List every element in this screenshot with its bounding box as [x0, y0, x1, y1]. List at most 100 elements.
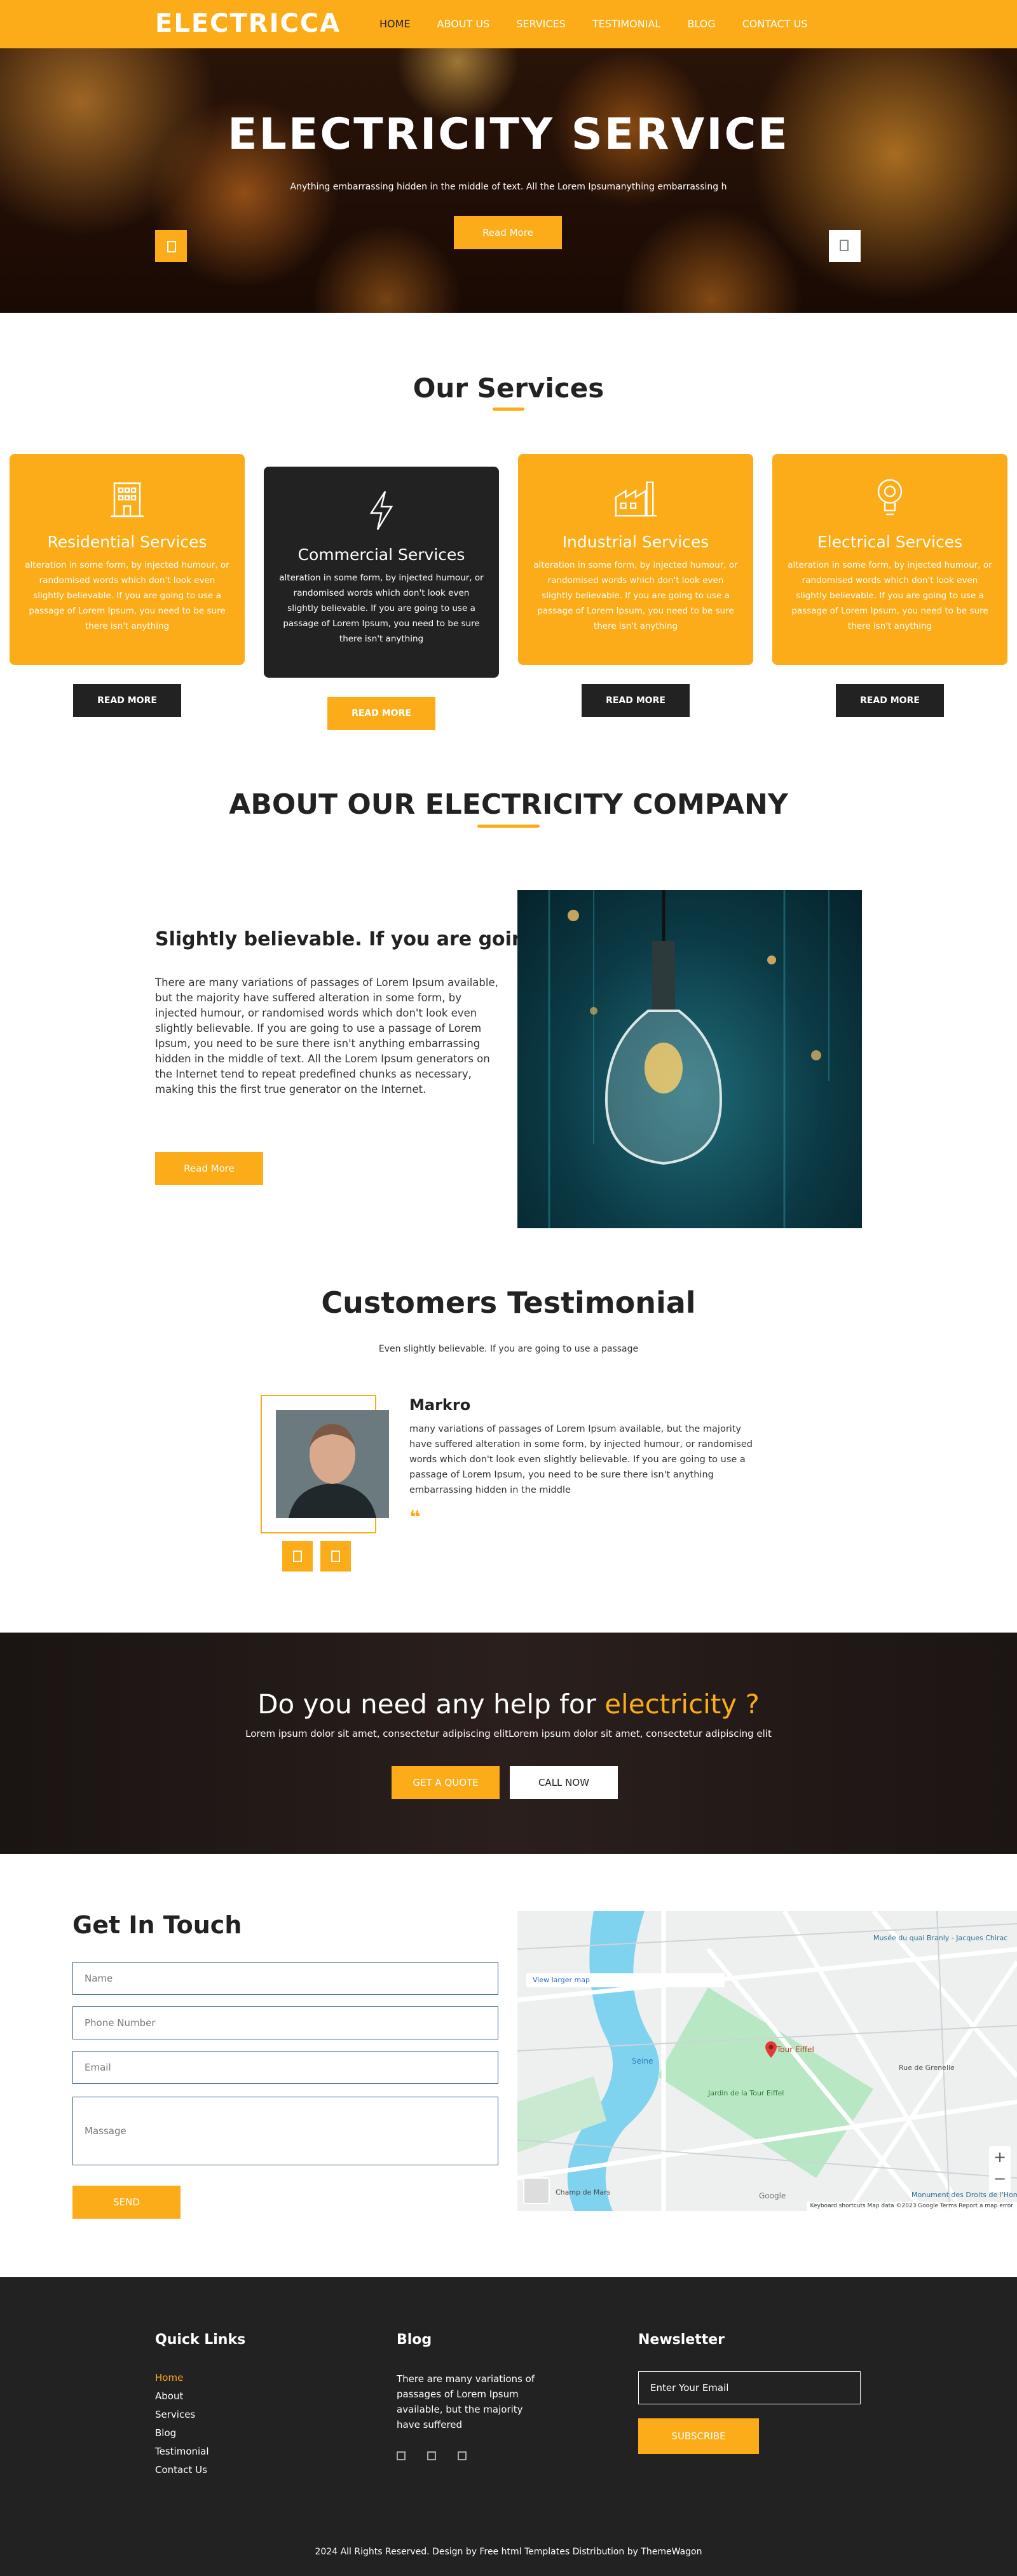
- footer-link-about[interactable]: About: [155, 2387, 209, 2406]
- testimonial-title: Customers Testimonial: [321, 1285, 696, 1320]
- facebook-icon[interactable]: [397, 2451, 406, 2460]
- copyright-text: 2024 All Rights Reserved. Design by Free…: [315, 2547, 702, 2557]
- hero-subtitle: Anything embarrassing hidden in the midd…: [290, 182, 727, 192]
- get-quote-button[interactable]: GET A QUOTE: [392, 1766, 500, 1799]
- nav-about[interactable]: ABOUT US: [437, 18, 490, 30]
- brand-logo[interactable]: ELECTRICCA: [155, 9, 341, 38]
- hero-title: ELECTRICITY SERVICE: [228, 109, 789, 160]
- nav-testimonial[interactable]: TESTIMONIAL: [592, 18, 660, 30]
- cta-subtitle: Lorem ipsum dolor sit amet, consectetur …: [245, 1728, 772, 1739]
- nav-blog[interactable]: BLOG: [687, 18, 715, 30]
- industrial-read-more-button[interactable]: READ MORE: [582, 684, 690, 717]
- map-label-street: Rue de Grenelle: [899, 2064, 955, 2072]
- service-description: alteration in some form, by injected hum…: [25, 560, 229, 631]
- building-icon: [105, 476, 149, 520]
- footer-link-home[interactable]: Home: [155, 2369, 209, 2387]
- service-card-residential[interactable]: Residential Services alteration in some …: [10, 454, 245, 665]
- map-footer: Keyboard shortcuts Map data ©2023 Google…: [806, 2202, 1017, 2211]
- cta-title-text: Do you need any help for: [257, 1689, 596, 1720]
- service-description: alteration in some form, by injected hum…: [533, 560, 738, 631]
- map-label-seine: Seine: [632, 2057, 653, 2066]
- service-description: alteration in some form, by injected hum…: [279, 573, 484, 644]
- map-label-champ: Champ de Mars: [556, 2188, 611, 2196]
- help-cta-section: Do you need any help for electricity ? L…: [0, 1633, 1017, 1854]
- service-description: alteration in some form, by injected hum…: [788, 560, 992, 631]
- service-card-commercial[interactable]: Commercial Services alteration in some f…: [264, 467, 499, 678]
- arrow-right-icon: [840, 240, 849, 251]
- about-title: ABOUT OUR ELECTRICITY COMPANY: [0, 788, 1017, 828]
- footer-link-contact[interactable]: Contact Us: [155, 2461, 209, 2479]
- residential-read-more-button[interactable]: READ MORE: [73, 684, 181, 717]
- instagram-icon[interactable]: [458, 2451, 467, 2460]
- footer-link-blog[interactable]: Blog: [155, 2424, 209, 2442]
- service-card-electrical[interactable]: Electrical Services alteration in some f…: [772, 454, 1007, 665]
- email-input[interactable]: Email: [72, 2051, 498, 2084]
- testimonial-next-button[interactable]: [320, 1541, 351, 1572]
- map-label-museum: Musée du quai Branly - Jacques Chirac: [873, 1934, 1007, 1942]
- google-map[interactable]: Musée du quai Branly - Jacques Chirac Ru…: [517, 1911, 1017, 2211]
- call-now-button[interactable]: CALL NOW: [510, 1766, 618, 1799]
- map-pin-icon[interactable]: [765, 2041, 777, 2058]
- cta-title-highlight: electricity ?: [604, 1689, 760, 1720]
- newsletter-title: Newsletter: [638, 2332, 725, 2348]
- testimonial-prev-button[interactable]: [282, 1541, 313, 1572]
- site-footer: Quick Links Home About Services Blog Tes…: [0, 2277, 1017, 2576]
- about-text: There are many variations of passages of…: [155, 976, 498, 1095]
- about-read-more-button[interactable]: Read More: [155, 1152, 263, 1185]
- map-pin-label: Tour Eiffel: [777, 2045, 814, 2054]
- about-heading: Slightly believable. If you are going: [155, 928, 539, 950]
- hero-banner: ELECTRICITY SERVICE Anything embarrassin…: [0, 48, 1017, 313]
- map-google-logo: Google: [759, 2191, 786, 2200]
- about-title-text: ABOUT OUR ELECTRICITY COMPANY: [229, 788, 788, 821]
- main-nav: HOME ABOUT US SERVICES TESTIMONIAL BLOG …: [379, 18, 834, 30]
- hero-prev-button[interactable]: [155, 230, 187, 262]
- service-name: Residential Services: [47, 533, 207, 551]
- cta-title: Do you need any help for electricity ?: [0, 1689, 1017, 1720]
- nav-services[interactable]: SERVICES: [516, 18, 566, 30]
- footer-link-services[interactable]: Services: [155, 2406, 209, 2424]
- phone-input[interactable]: Phone Number: [72, 2006, 498, 2039]
- lightning-icon: [359, 488, 404, 533]
- service-card-industrial[interactable]: Industrial Services alteration in some f…: [518, 454, 753, 665]
- message-textarea[interactable]: Massage: [72, 2097, 498, 2165]
- title-underline: [493, 408, 524, 411]
- arrow-right-icon: [331, 1551, 340, 1562]
- lightbulb-image: [517, 890, 862, 1228]
- testimonial-text: many variations of passages of Lorem Ips…: [409, 1424, 753, 1495]
- hero-read-more-button[interactable]: Read More: [454, 216, 562, 249]
- quick-links-list: Home About Services Blog Testimonial Con…: [155, 2369, 209, 2479]
- view-larger-map-link[interactable]: View larger map: [526, 1973, 725, 1987]
- send-button[interactable]: SEND: [72, 2186, 181, 2219]
- service-name: Electrical Services: [817, 533, 963, 551]
- name-input[interactable]: Name: [72, 1962, 498, 1995]
- blog-text: There are many variations of passages of…: [397, 2373, 535, 2430]
- nav-contact[interactable]: CONTACT US: [742, 18, 808, 30]
- services-title-text: Our Services: [413, 373, 604, 404]
- twitter-icon[interactable]: [427, 2451, 436, 2460]
- bulb-icon: [868, 476, 912, 520]
- map-label-garden: Jardin de la Tour Eiffel: [707, 2089, 784, 2097]
- arrow-left-icon: [293, 1551, 302, 1562]
- blog-title: Blog: [397, 2332, 432, 2348]
- commercial-read-more-button[interactable]: READ MORE: [327, 697, 435, 730]
- service-name: Industrial Services: [562, 533, 709, 551]
- hero-next-button[interactable]: [829, 230, 861, 262]
- title-underline: [477, 825, 540, 828]
- footer-link-testimonial[interactable]: Testimonial: [155, 2442, 209, 2461]
- social-links: [397, 2451, 467, 2460]
- service-name: Commercial Services: [297, 545, 465, 564]
- testimonial-subtitle: Even slightly believable. If you are goi…: [378, 1344, 639, 1354]
- newsletter-email-input[interactable]: Enter Your Email: [638, 2371, 861, 2404]
- contact-title: Get In Touch: [72, 1911, 242, 1939]
- factory-icon: [613, 476, 658, 520]
- customer-name: Markro: [409, 1396, 471, 1414]
- arrow-left-icon: [167, 241, 176, 252]
- subscribe-button[interactable]: SUBSCRIBE: [638, 2418, 759, 2454]
- nav-home[interactable]: HOME: [379, 18, 411, 30]
- site-header: ELECTRICCA HOME ABOUT US SERVICES TESTIM…: [0, 0, 1017, 48]
- services-title: Our Services: [0, 373, 1017, 411]
- electrical-read-more-button[interactable]: READ MORE: [836, 684, 944, 717]
- customer-avatar: [276, 1410, 389, 1518]
- quote-icon: ❝: [409, 1507, 421, 1529]
- map-zoom-controls[interactable]: + −: [989, 2146, 1011, 2192]
